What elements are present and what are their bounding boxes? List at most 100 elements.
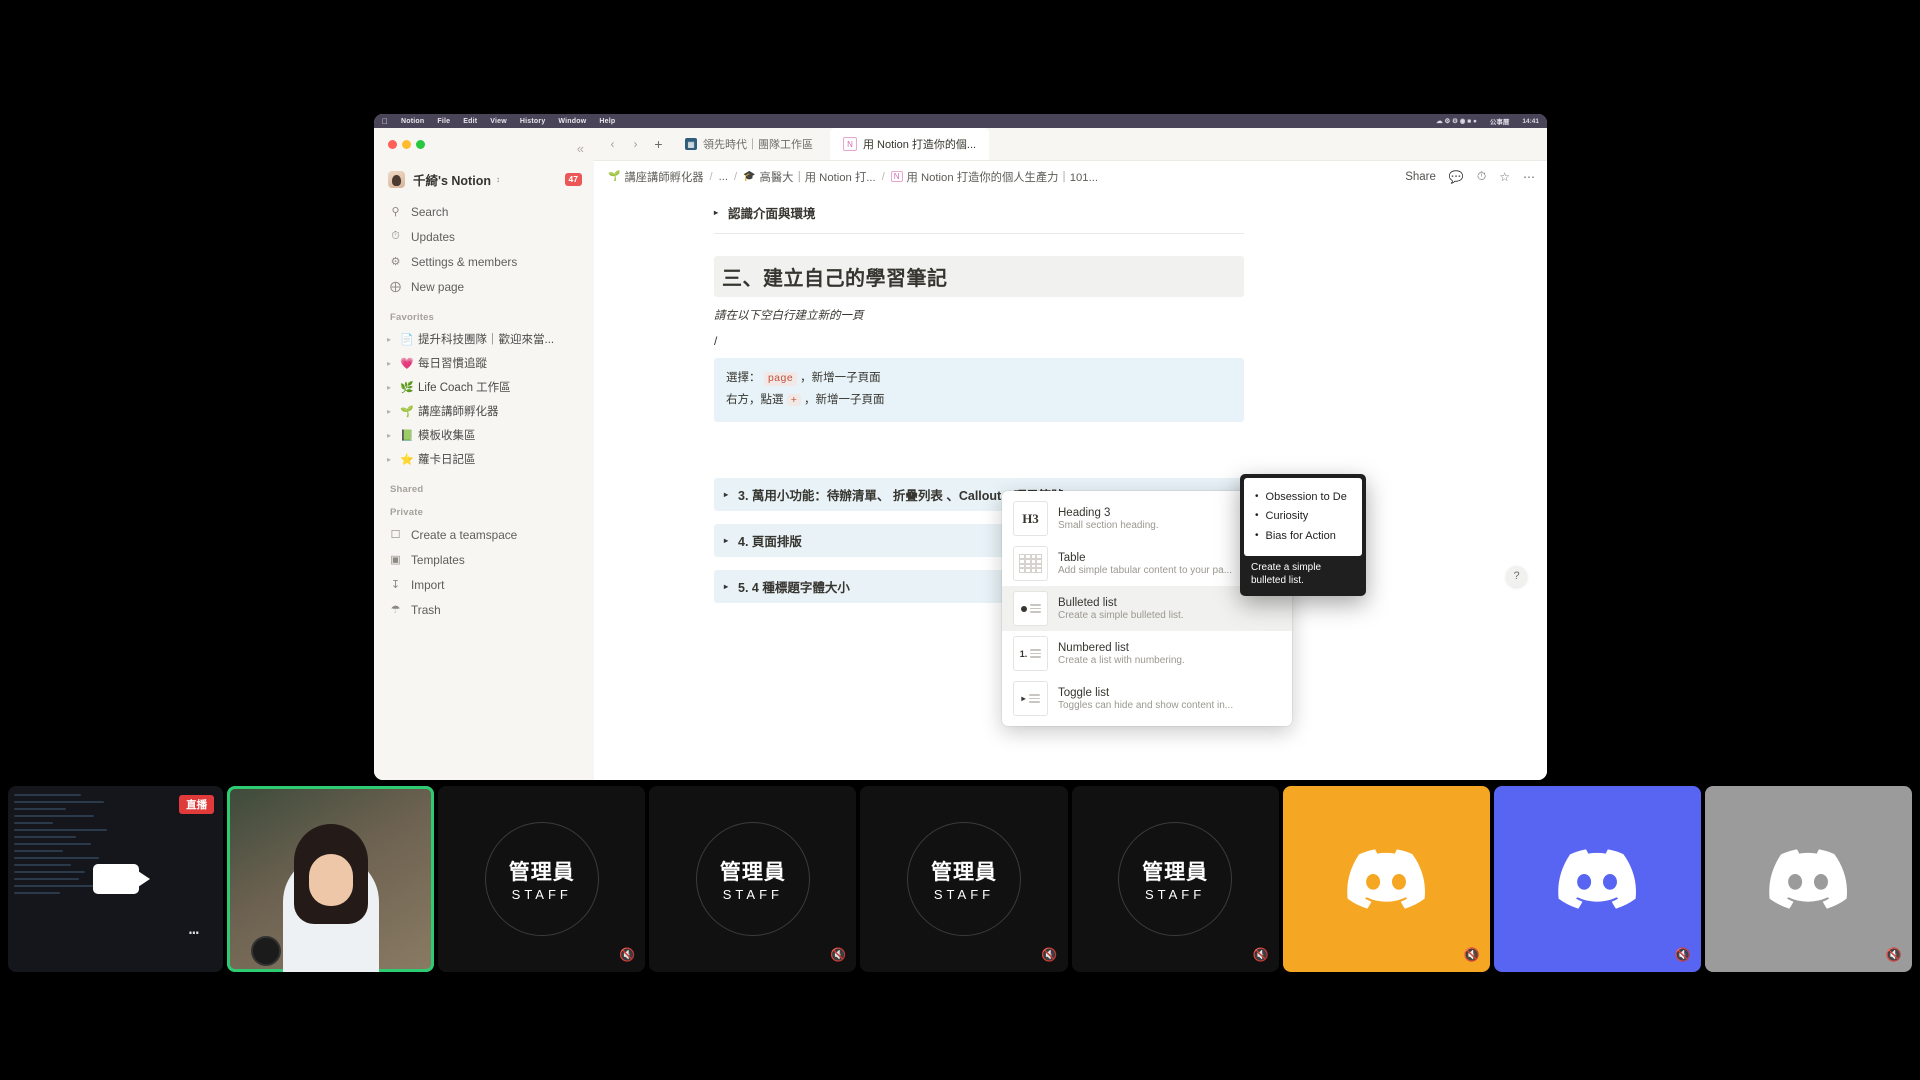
comment-icon[interactable]: 💬 xyxy=(1449,170,1464,184)
menu-history[interactable]: History xyxy=(520,118,546,125)
breadcrumb-label: 講座講師孵化器 xyxy=(624,171,704,184)
sidebar-item-label: Search xyxy=(411,204,449,219)
tab-notion-productivity[interactable]: N 用 Notion 打造你的個... xyxy=(830,128,990,160)
preview-bullet-item: • Curiosity xyxy=(1255,507,1351,526)
page-icon: 🌿 xyxy=(400,381,414,394)
chevron-right-icon[interactable]: ▸ xyxy=(387,335,395,344)
breadcrumb-item-current[interactable]: N 用 Notion 打造你的個人生產力｜101... xyxy=(890,169,1098,185)
sidebar-item-trash[interactable]: ☂ Trash xyxy=(374,597,594,622)
more-options-icon[interactable]: ⋯ xyxy=(189,923,201,944)
breadcrumb-separator: / xyxy=(709,170,713,183)
workspace-switcher[interactable]: 千綺's Notion ↕ 47 xyxy=(374,168,594,199)
menu-window[interactable]: Window xyxy=(558,118,586,125)
share-button[interactable]: Share xyxy=(1405,171,1436,183)
sidebar-item-search[interactable]: ⚲ Search xyxy=(374,199,594,224)
sidebar-favorite-item[interactable]: ▸ ⭐ 蘿卡日記區 xyxy=(374,447,594,471)
favorite-star-icon[interactable]: ☆ xyxy=(1499,170,1510,184)
mic-muted-icon[interactable]: 🔇 xyxy=(1886,947,1902,963)
sidebar-item-label: Settings & members xyxy=(411,254,518,269)
sidebar-favorite-item[interactable]: ▸ 📄 提升科技團隊｜歡迎來當... xyxy=(374,327,594,351)
chevron-right-icon[interactable]: ▸ xyxy=(387,431,395,440)
sidebar-favorite-item[interactable]: ▸ 🌱 講座講師孵化器 xyxy=(374,399,594,423)
page-icon: 🌱 xyxy=(400,405,414,418)
chevrons-left-icon[interactable]: « xyxy=(577,141,584,156)
sidebar-favorite-item[interactable]: ▸ 🌿 Life Coach 工作區 xyxy=(374,375,594,399)
menu-file[interactable]: File xyxy=(437,118,450,125)
triangle-right-icon[interactable]: ▸ xyxy=(714,208,718,217)
traffic-lights xyxy=(388,140,425,149)
triangle-right-icon[interactable]: ▸ xyxy=(724,582,728,591)
breadcrumb-label: ... xyxy=(718,170,729,183)
sidebar-item-templates[interactable]: ▣ Templates xyxy=(374,547,594,572)
mic-muted-icon[interactable]: 🔇 xyxy=(1041,947,1057,963)
minimize-window-button[interactable] xyxy=(402,140,411,149)
notification-badge[interactable]: 47 xyxy=(564,172,582,187)
breadcrumb-item-ellipsis[interactable]: ... xyxy=(719,171,728,183)
tile-staff-2[interactable]: 管理員 STAFF 🔇 xyxy=(649,786,857,972)
slash-command-input[interactable]: / xyxy=(714,334,1244,350)
page-icon: 📗 xyxy=(400,429,414,442)
triangle-right-icon[interactable]: ▸ xyxy=(724,490,728,499)
slash-item-subtitle: Add simple tabular content to your pa... xyxy=(1058,564,1232,576)
apple-logo-icon[interactable]:  xyxy=(382,117,388,126)
mic-muted-icon[interactable]: 🔇 xyxy=(1464,947,1480,963)
slash-menu-item-numbered-list[interactable]: 1. Numbered list Create a list with numb… xyxy=(1002,631,1292,676)
back-button[interactable]: ‹ xyxy=(603,135,622,154)
menu-help[interactable]: Help xyxy=(599,118,615,125)
tile-staff-1[interactable]: 管理員 STAFF 🔇 xyxy=(438,786,646,972)
new-tab-button[interactable]: + xyxy=(649,135,668,154)
sidebar-favorite-item[interactable]: ▸ 📗 模板收集區 xyxy=(374,423,594,447)
chevron-right-icon[interactable]: ▸ xyxy=(387,407,395,416)
tile-discord-1[interactable]: 🔇 xyxy=(1282,786,1490,972)
close-window-button[interactable] xyxy=(388,140,397,149)
sidebar-favorite-label: 模板收集區 xyxy=(418,430,476,442)
sidebar-section-shared: Shared xyxy=(390,484,424,495)
sidebar-favorite-item[interactable]: ▸ 💗 每日習慣追蹤 xyxy=(374,351,594,375)
breadcrumb-label: 用 Notion 打造你的個人生產力｜101... xyxy=(906,171,1098,184)
workspace-icon: ▦ xyxy=(685,138,697,150)
page-subtitle: 請在以下空白行建立新的一頁 xyxy=(714,310,864,322)
sidebar-item-settings[interactable]: ⚙ Settings & members xyxy=(374,249,594,274)
menu-view[interactable]: View xyxy=(490,118,507,125)
notion-window:  Notion File Edit View History Window H… xyxy=(374,114,1547,780)
sidebar-item-label: New page xyxy=(411,279,465,294)
breadcrumb-item-2[interactable]: 🎓 高醫大｜用 Notion 打... xyxy=(743,169,876,185)
breadcrumb-item-0[interactable]: 🌱 講座講師孵化器 xyxy=(608,169,704,185)
menu-notion[interactable]: Notion xyxy=(401,118,424,125)
tile-staff-4[interactable]: 管理員 STAFF 🔇 xyxy=(1071,786,1279,972)
sidebar-section-private: Private xyxy=(390,507,424,518)
maximize-window-button[interactable] xyxy=(416,140,425,149)
mic-muted-icon[interactable]: 🔇 xyxy=(619,947,635,963)
tile-discord-2[interactable]: 🔇 xyxy=(1493,786,1701,972)
avatar xyxy=(388,171,405,188)
toggle-recognize-interface[interactable]: ▸ 認識介面與環境 xyxy=(714,198,1244,227)
slash-item-text: Heading 3 Small section heading. xyxy=(1058,507,1159,531)
sidebar-top-bar: « xyxy=(374,128,594,168)
page-icon: ⭐ xyxy=(400,453,414,466)
chevron-right-icon[interactable]: ▸ xyxy=(387,383,395,392)
menu-edit[interactable]: Edit xyxy=(463,118,477,125)
triangle-right-icon[interactable]: ▸ xyxy=(724,536,728,545)
help-button[interactable]: ? xyxy=(1506,565,1527,587)
tile-screenshare[interactable]: 直播 ⋯ xyxy=(8,786,224,972)
chevron-right-icon[interactable]: ▸ xyxy=(387,455,395,464)
callout-line-1: 選擇： page ，新增一子頁面 xyxy=(726,368,1232,390)
sidebar-favorite-label: Life Coach 工作區 xyxy=(418,382,511,394)
forward-button[interactable]: › xyxy=(626,135,645,154)
mic-muted-icon[interactable]: 🔇 xyxy=(830,947,846,963)
sidebar-item-new-page[interactable]: ⨁ New page xyxy=(374,274,594,299)
mic-muted-icon[interactable]: 🔇 xyxy=(1675,947,1691,963)
sidebar-item-create-teamspace[interactable]: ☐ Create a teamspace xyxy=(374,522,594,547)
more-options-icon[interactable]: ⋯ xyxy=(1523,170,1535,184)
tile-discord-3[interactable]: 🔇 xyxy=(1704,786,1912,972)
chevron-right-icon[interactable]: ▸ xyxy=(387,359,395,368)
avatar: 管理員 STAFF xyxy=(509,856,575,902)
mic-muted-icon[interactable]: 🔇 xyxy=(1252,947,1268,963)
tile-webcam-host[interactable] xyxy=(227,786,435,972)
tile-staff-3[interactable]: 管理員 STAFF 🔇 xyxy=(860,786,1068,972)
sidebar-item-import[interactable]: ↧ Import xyxy=(374,572,594,597)
tab-team-workspace[interactable]: ▦ 領先時代｜團隊工作區 xyxy=(672,128,826,160)
sidebar-item-updates[interactable]: ⏱ Updates xyxy=(374,224,594,249)
history-icon[interactable]: ⏱ xyxy=(1477,169,1486,184)
slash-menu-item-toggle-list[interactable]: ▸ Toggle list Toggles can hide and show … xyxy=(1002,676,1292,721)
